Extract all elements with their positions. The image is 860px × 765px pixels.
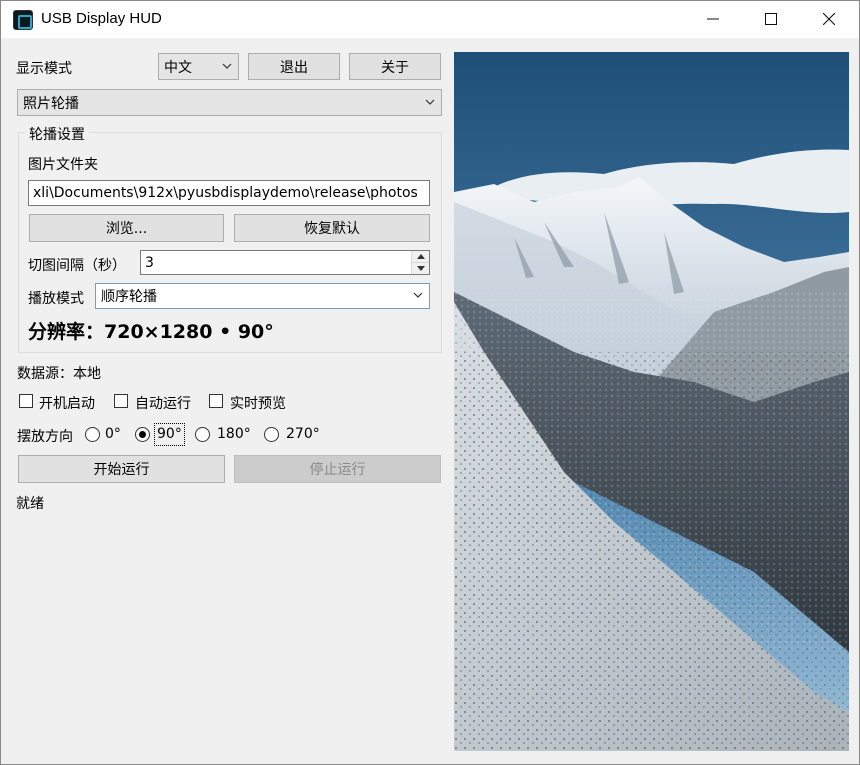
orientation-label: 摆放方向 [17, 429, 73, 445]
orientation-270-radio[interactable] [264, 427, 279, 442]
orientation-90-radio[interactable] [135, 427, 150, 442]
status-text: 就绪 [16, 496, 44, 512]
reset-default-button[interactable]: 恢复默认 [234, 214, 430, 242]
minimize-icon [707, 18, 719, 20]
orientation-180-label[interactable]: 180° [217, 426, 251, 442]
start-button[interactable]: 开始运行 [18, 455, 225, 483]
orientation-270-label[interactable]: 270° [286, 426, 320, 442]
mountain-photo [454, 52, 849, 751]
spin-buttons [411, 251, 429, 274]
window-title: USB Display HUD [41, 10, 162, 27]
interval-label: 切图间隔（秒） [28, 258, 126, 274]
folder-path-input[interactable]: xli\Documents\912x\pyusbdisplaydemo\rele… [28, 180, 430, 206]
spin-down-button[interactable] [412, 262, 429, 274]
interval-spinbox[interactable]: 3 [140, 250, 430, 275]
stop-button[interactable]: 停止运行 [234, 455, 441, 483]
mode-value: 照片轮播 [23, 95, 79, 112]
app-window: USB Display HUD 显示模式 中文 退出 关于 照片轮播 轮播设置 … [0, 0, 860, 765]
title-bar[interactable]: USB Display HUD [1, 1, 859, 38]
mode-select[interactable]: 照片轮播 [17, 89, 442, 116]
chevron-down-icon [413, 292, 423, 298]
orientation-0-label[interactable]: 0° [105, 426, 121, 442]
exit-button[interactable]: 退出 [248, 53, 340, 80]
photo-preview [454, 52, 849, 751]
live-preview-checkbox[interactable] [209, 394, 223, 408]
app-icon [13, 10, 33, 30]
maximize-icon [765, 13, 777, 25]
language-value: 中文 [164, 59, 192, 76]
orientation-90-label[interactable]: 90° [157, 426, 182, 442]
browse-button[interactable]: 浏览... [29, 214, 224, 242]
folder-path-value: xli\Documents\912x\pyusbdisplaydemo\rele… [33, 185, 418, 201]
orientation-180-radio[interactable] [195, 427, 210, 442]
minimize-button[interactable] [684, 1, 742, 38]
live-preview-label[interactable]: 实时预览 [230, 393, 286, 413]
display-mode-label: 显示模式 [16, 61, 72, 77]
play-mode-label: 播放模式 [28, 291, 84, 307]
maximize-button[interactable] [742, 1, 800, 38]
about-button[interactable]: 关于 [349, 53, 441, 80]
orientation-0-radio[interactable] [85, 427, 100, 442]
interval-value: 3 [145, 254, 154, 271]
chevron-down-icon [222, 63, 232, 69]
close-icon [822, 12, 836, 26]
arrow-down-icon [416, 265, 425, 271]
autorun-label[interactable]: 自动运行 [135, 393, 191, 413]
autostart-label[interactable]: 开机启动 [39, 393, 95, 413]
folder-label: 图片文件夹 [28, 157, 98, 173]
slideshow-settings-title: 轮播设置 [25, 124, 89, 144]
arrow-up-icon [416, 253, 425, 259]
language-select[interactable]: 中文 [158, 53, 239, 80]
data-source-label: 数据源：本地 [17, 366, 101, 382]
play-mode-select[interactable]: 顺序轮播 [95, 283, 430, 309]
autostart-checkbox[interactable] [19, 394, 33, 408]
close-button[interactable] [800, 1, 858, 38]
resolution-text: 分辨率：720×1280 • 90° [28, 321, 274, 343]
play-mode-value: 顺序轮播 [101, 289, 157, 305]
spin-up-button[interactable] [412, 251, 429, 263]
chevron-down-icon [425, 99, 435, 105]
autorun-checkbox[interactable] [114, 394, 128, 408]
